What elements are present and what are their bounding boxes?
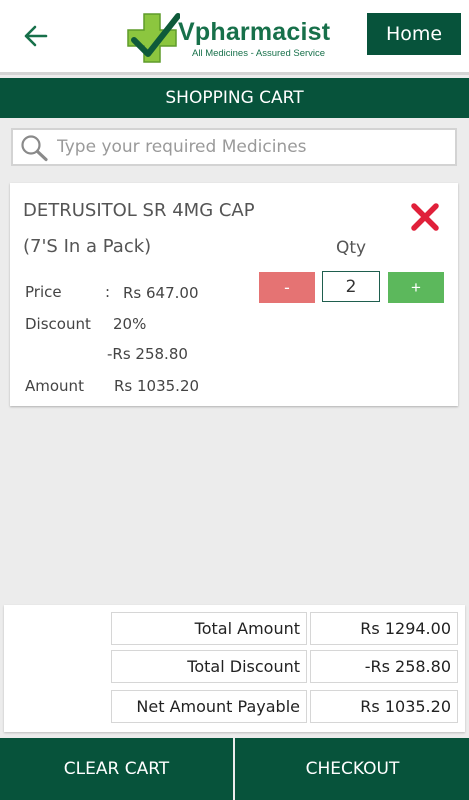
home-button[interactable]: Home [367,13,461,55]
cart-summary: Total Amount Rs 1294.00 Total Discount -… [4,605,465,732]
price-value: Rs 647.00 [123,284,199,302]
checkout-button[interactable]: CHECKOUT [236,738,469,800]
app-logo: Vpharmacist All Medicines - Assured Serv… [124,8,334,64]
arrow-left-icon [24,25,48,47]
net-payable-value: Rs 1035.20 [310,690,458,723]
search-icon [21,135,48,162]
discount-label: Discount [25,315,91,333]
qty-decrease-button[interactable]: - [259,272,315,303]
price-label: Price [25,283,62,301]
logo-tagline: All Medicines - Assured Service [192,48,326,59]
total-discount-value: -Rs 258.80 [310,650,458,683]
total-discount-label: Total Discount [111,650,307,683]
total-amount-label: Total Amount [111,612,307,645]
search-input[interactable] [57,133,447,161]
header-divider [0,72,469,75]
back-button[interactable] [18,18,54,54]
qty-input[interactable] [322,271,380,302]
close-x-icon[interactable] [410,202,440,232]
net-payable-label: Net Amount Payable [111,690,307,723]
total-amount-value: Rs 1294.00 [310,612,458,645]
bottom-action-bar: CLEAR CART CHECKOUT [0,738,469,800]
page-title: SHOPPING CART [0,78,469,118]
amount-label: Amount [25,377,84,395]
search-box[interactable] [11,128,457,166]
cart-item-card: DETRUSITOL SR 4MG CAP (7'S In a Pack) Qt… [10,183,458,406]
action-bar-divider [233,738,235,800]
qty-label: Qty [336,238,367,258]
item-pack-size: (7'S In a Pack) [23,236,152,257]
top-bar: Vpharmacist All Medicines - Assured Serv… [0,0,469,72]
logo-name: Vpharmacist [178,18,331,46]
price-separator: : [105,283,111,301]
amount-value: Rs 1035.20 [114,377,200,395]
clear-cart-button[interactable]: CLEAR CART [0,738,233,800]
item-name: DETRUSITOL SR 4MG CAP [23,200,255,221]
qty-increase-button[interactable]: + [388,272,444,303]
discount-percent: 20% [113,315,147,333]
pharmacy-cross-check-icon [127,13,180,63]
discount-amount: -Rs 258.80 [107,345,188,363]
